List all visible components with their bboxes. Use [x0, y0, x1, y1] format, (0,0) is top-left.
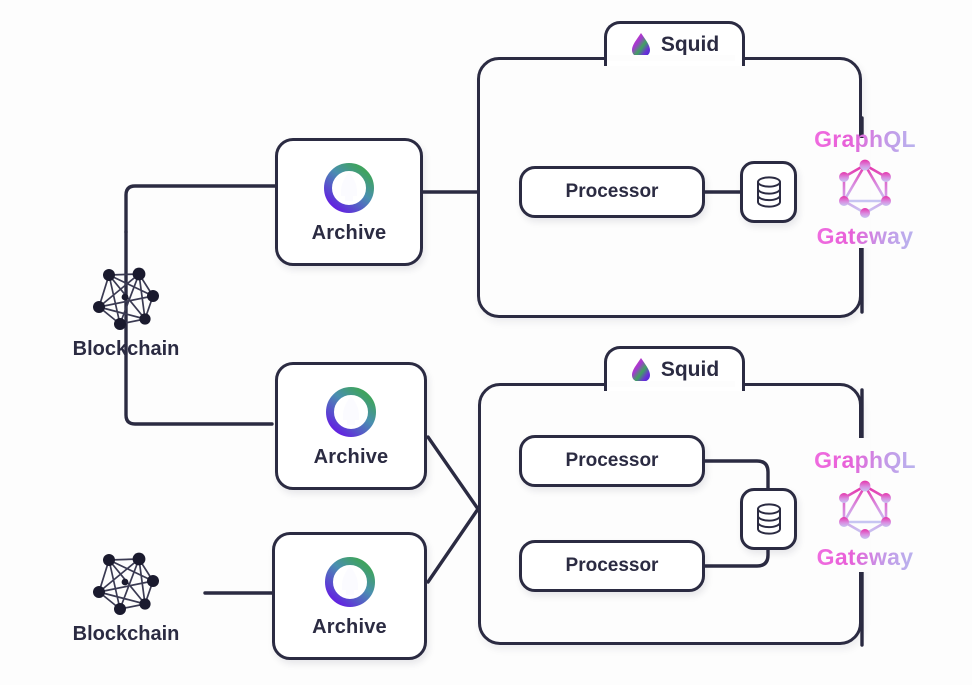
processor-label-1: Processor — [565, 181, 659, 202]
gateway-title-1: GraphQL — [814, 126, 916, 152]
processor-box-2b[interactable]: Processor — [519, 540, 705, 592]
blockchain-label-1: Blockchain — [72, 338, 180, 360]
archive-box-2[interactable]: Archive — [275, 362, 427, 490]
blockchain-node-1: Blockchain — [63, 262, 189, 361]
database-cylinder-icon — [756, 503, 781, 535]
squid-tab-mask-1 — [608, 55, 735, 61]
graphql-gateway-1: GraphQL Gateway — [800, 126, 930, 250]
blockchain-network-icon — [93, 552, 159, 615]
archive-rocket-icon — [324, 556, 375, 607]
archive-label-3: Archive — [312, 615, 387, 638]
graphql-gateway-2: GraphQL Gateway — [800, 447, 930, 571]
processor-label-2b: Processor — [565, 555, 659, 576]
database-box-1[interactable] — [740, 161, 797, 223]
database-box-2[interactable] — [740, 488, 797, 550]
gateway-subtitle-1: Gateway — [816, 223, 914, 249]
wire-archive3-to-squid2 — [426, 507, 480, 584]
archive-rocket-icon — [324, 162, 374, 213]
blockchain-node-2: Blockchain — [63, 547, 189, 646]
blockchain-label-2: Blockchain — [72, 623, 180, 645]
processor-box-2a[interactable]: Processor — [519, 435, 705, 487]
archive-rocket-icon — [326, 386, 376, 437]
graphql-logo-icon — [839, 480, 891, 539]
squid-blob-icon — [631, 358, 650, 382]
processor-box-1[interactable]: Processor — [519, 166, 705, 218]
squid-tab-mask-2 — [608, 381, 735, 387]
gateway-subtitle-2: Gateway — [816, 544, 914, 570]
blockchain-network-icon — [93, 267, 159, 330]
squid-tab-label-1: Squid — [660, 33, 720, 56]
architecture-diagram: Blockchain Blockchain Archive Archive Ar… — [0, 0, 972, 685]
archive-box-3[interactable]: Archive — [272, 532, 427, 660]
archive-label-2: Archive — [313, 445, 389, 468]
archive-box-1[interactable]: Archive — [275, 138, 423, 266]
database-cylinder-icon — [756, 176, 781, 208]
archive-label-1: Archive — [311, 221, 387, 244]
gateway-title-2: GraphQL — [814, 447, 916, 473]
processor-label-2a: Processor — [565, 450, 659, 471]
graphql-logo-icon — [839, 159, 891, 218]
wire-blockchain1-to-archive1 — [124, 184, 277, 234]
wire-archive2-to-squid2 — [426, 435, 480, 511]
squid-tab-label-2: Squid — [660, 358, 720, 381]
